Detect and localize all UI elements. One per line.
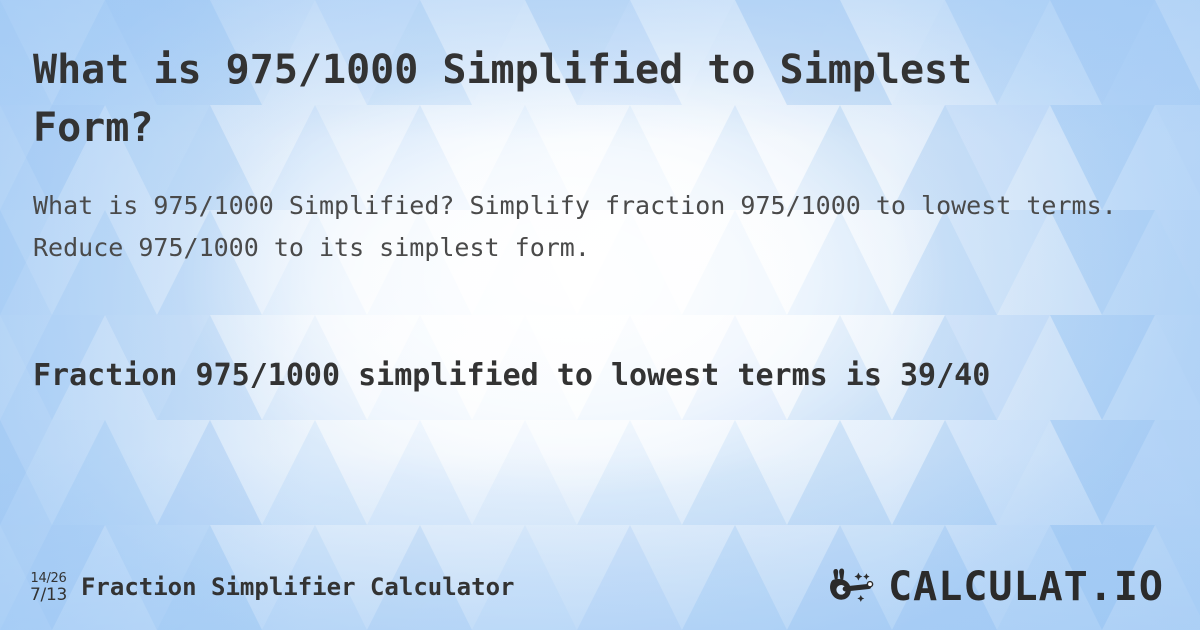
- fraction-icon-top-value: 14/26: [30, 571, 67, 586]
- content-area: What is 975/1000 Simplified to Simplest …: [0, 0, 1200, 630]
- page-description: What is 975/1000 Simplified? Simplify fr…: [33, 191, 1117, 262]
- answer-text: Fraction 975/1000 simplified to lowest t…: [33, 358, 991, 393]
- footer: 14/26 7/13 Fraction Simplifier Calculato…: [0, 554, 1200, 630]
- fraction-icon-bottom-value: 7/13: [30, 585, 67, 605]
- site-logo[interactable]: CALCULAT.IO: [828, 567, 1170, 607]
- footer-brand-group: 14/26 7/13 Fraction Simplifier Calculato…: [30, 570, 514, 604]
- og-image-canvas: What is 975/1000 Simplified to Simplest …: [0, 0, 1200, 630]
- calculator-name-label: Fraction Simplifier Calculator: [80, 573, 515, 601]
- hand-magic-wand-icon: [830, 568, 874, 602]
- fraction-simplify-icon: 14/26 7/13: [30, 570, 67, 604]
- page-title: What is 975/1000 Simplified to Simplest …: [33, 47, 997, 151]
- logo-wordmark: CALCULAT.IO: [888, 564, 1164, 610]
